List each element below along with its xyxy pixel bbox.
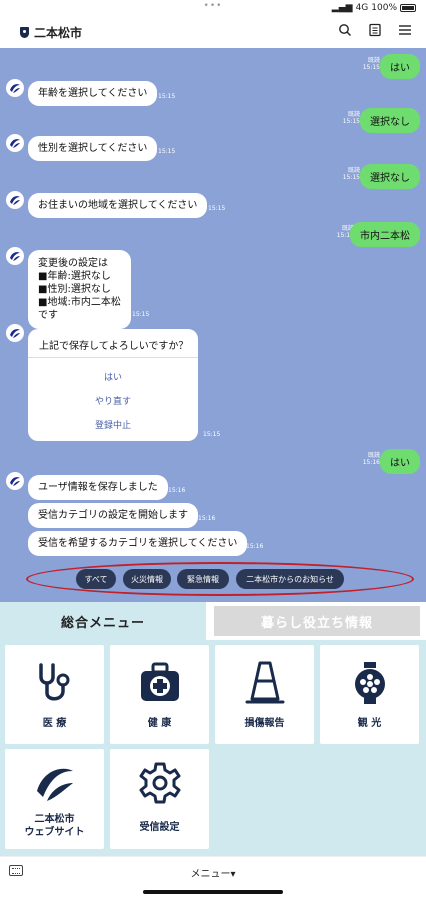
tile-label: 観 光 bbox=[357, 718, 382, 729]
traffic-cone-icon bbox=[215, 661, 314, 705]
tile-label-line: 二本松市 bbox=[34, 814, 75, 825]
incoming-bubble: お住まいの地域を選択してください bbox=[28, 193, 208, 218]
signal-icon: ▂▄▆ bbox=[331, 3, 353, 13]
bot-avatar-icon[interactable] bbox=[6, 324, 24, 342]
notes-icon[interactable] bbox=[368, 23, 382, 37]
read-receipt: 既読 bbox=[367, 57, 380, 64]
chat-title-text: 二本松市 bbox=[34, 26, 83, 40]
confirm-redo-button[interactable]: やり直す bbox=[28, 394, 198, 407]
bot-avatar-icon[interactable] bbox=[6, 191, 24, 209]
tile-label-multiline: 二本松市 ウェブサイト bbox=[5, 813, 104, 839]
message-time: 15:15 bbox=[208, 205, 226, 212]
outgoing-bubble: 選択なし bbox=[360, 164, 420, 189]
chat-header: 二本松市 bbox=[0, 18, 426, 48]
tab-general-menu[interactable]: 総合メニュー bbox=[0, 602, 206, 640]
message-line: です bbox=[38, 310, 58, 321]
message-time: 15:15 bbox=[342, 174, 360, 181]
confirm-card: 上記で保存してよろしいですか？ はい やり直す 登録中止 bbox=[28, 329, 198, 441]
first-aid-kit-icon bbox=[110, 661, 209, 705]
message-meta: 既読 15:15 bbox=[363, 57, 380, 71]
menu-tile-website[interactable]: 二本松市 ウェブサイト bbox=[5, 749, 104, 849]
network-label: 4G bbox=[355, 3, 369, 13]
bot-avatar-icon[interactable] bbox=[6, 247, 24, 265]
lantern-icon bbox=[320, 661, 419, 705]
hamburger-menu-icon[interactable] bbox=[398, 23, 412, 37]
battery-percent: 100% bbox=[371, 3, 397, 13]
confirm-cancel-button[interactable]: 登録中止 bbox=[28, 418, 198, 431]
highlight-annotation bbox=[26, 562, 414, 596]
message-line: ■年齢:選択なし bbox=[38, 271, 111, 282]
message-time: 15:15 bbox=[203, 431, 221, 438]
chat-title[interactable]: 二本松市 bbox=[20, 24, 82, 41]
status-bar: ••• ▂▄▆ 4G 100% bbox=[0, 0, 426, 18]
city-logo-icon bbox=[5, 761, 104, 805]
incoming-bubble: 受信を希望するカテゴリを選択してください bbox=[28, 531, 248, 556]
header-actions bbox=[338, 23, 412, 37]
message-meta: 既読 15:15 bbox=[343, 111, 360, 125]
incoming-bubble-multiline: 変更後の設定は ■年齢:選択なし ■性別:選択なし ■地域:市内二本松 です bbox=[28, 250, 131, 329]
menu-footer: メニュー▾ bbox=[0, 856, 426, 886]
message-line: ■地域:市内二本松 bbox=[38, 297, 121, 308]
message-time: 15:15 bbox=[158, 148, 176, 155]
message-time: 15:16 bbox=[168, 487, 186, 494]
message-time: 15:15 bbox=[342, 118, 360, 125]
outgoing-bubble: 選択なし bbox=[360, 108, 420, 133]
menu-tile-health[interactable]: 健 康 bbox=[110, 645, 209, 744]
search-icon[interactable] bbox=[338, 23, 352, 37]
menu-tile-medical[interactable]: 医 療 bbox=[5, 645, 104, 744]
tile-label: 損傷報告 bbox=[244, 718, 285, 729]
incoming-bubble: ユーザ情報を保存しました bbox=[28, 475, 168, 500]
outgoing-bubble: はい bbox=[380, 449, 420, 474]
message-line: 変更後の設定は bbox=[38, 258, 108, 269]
menu-tile-tourism[interactable]: 観 光 bbox=[320, 645, 419, 744]
menu-tile-damage-report[interactable]: 損傷報告 bbox=[215, 645, 314, 744]
message-meta: 既読 15:15 bbox=[343, 167, 360, 181]
message-time: 15:15 bbox=[132, 311, 150, 318]
read-receipt: 既読 bbox=[347, 111, 360, 118]
read-receipt: 既読 bbox=[347, 167, 360, 174]
bot-avatar-icon[interactable] bbox=[6, 472, 24, 490]
incoming-bubble: 年齢を選択してください bbox=[28, 81, 158, 106]
confirm-question: 上記で保存してよろしいですか？ bbox=[39, 341, 189, 352]
menu-toggle[interactable]: メニュー▾ bbox=[0, 865, 426, 880]
outgoing-bubble: 市内二本松 bbox=[350, 222, 420, 247]
message-time: 15:16 bbox=[198, 515, 216, 522]
tile-label: 受信設定 bbox=[139, 822, 180, 833]
incoming-bubble: 性別を選択してください bbox=[28, 136, 158, 161]
bot-avatar-icon[interactable] bbox=[6, 134, 24, 152]
tab-living-info[interactable]: 暮らし役立ち情報 bbox=[214, 606, 420, 636]
bot-avatar-icon[interactable] bbox=[6, 79, 24, 97]
divider bbox=[28, 357, 198, 358]
message-meta: 既読 15:16 bbox=[363, 452, 380, 466]
incoming-bubble: 受信カテゴリの設定を開始します bbox=[28, 503, 198, 528]
message-time: 15:15 bbox=[362, 64, 380, 71]
tile-label: 健 康 bbox=[147, 718, 172, 729]
read-receipt: 既読 bbox=[367, 452, 380, 459]
message-line: ■性別:選択なし bbox=[38, 284, 111, 295]
message-time: 15:16 bbox=[246, 543, 264, 550]
outgoing-bubble: はい bbox=[380, 54, 420, 79]
tile-label: 医 療 bbox=[42, 718, 67, 729]
menu-tile-receive-settings[interactable]: 受信設定 bbox=[110, 749, 209, 849]
home-indicator bbox=[143, 890, 283, 894]
app-root: ••• ▂▄▆ 4G 100% 二本松市 既読 15:15 はい 年齢を選択して… bbox=[0, 0, 426, 900]
confirm-yes-button[interactable]: はい bbox=[28, 370, 198, 383]
rich-menu: 総合メニュー 暮らし役立ち情報 医 療 健 康 損傷報告 観 光 二本松市 ウェ… bbox=[0, 602, 426, 856]
stethoscope-icon bbox=[5, 661, 104, 705]
status-indicators: ▂▄▆ 4G 100% bbox=[332, 3, 416, 13]
message-time: 15:15 bbox=[158, 93, 176, 100]
shield-icon bbox=[20, 27, 29, 38]
chat-timeline[interactable]: 既読 15:15 はい 年齢を選択してください 15:15 既読 15:15 選… bbox=[0, 48, 426, 602]
gear-icon bbox=[110, 761, 209, 805]
battery-icon bbox=[400, 4, 416, 12]
tile-label-line: ウェブサイト bbox=[24, 827, 85, 838]
message-time: 15:16 bbox=[362, 459, 380, 466]
